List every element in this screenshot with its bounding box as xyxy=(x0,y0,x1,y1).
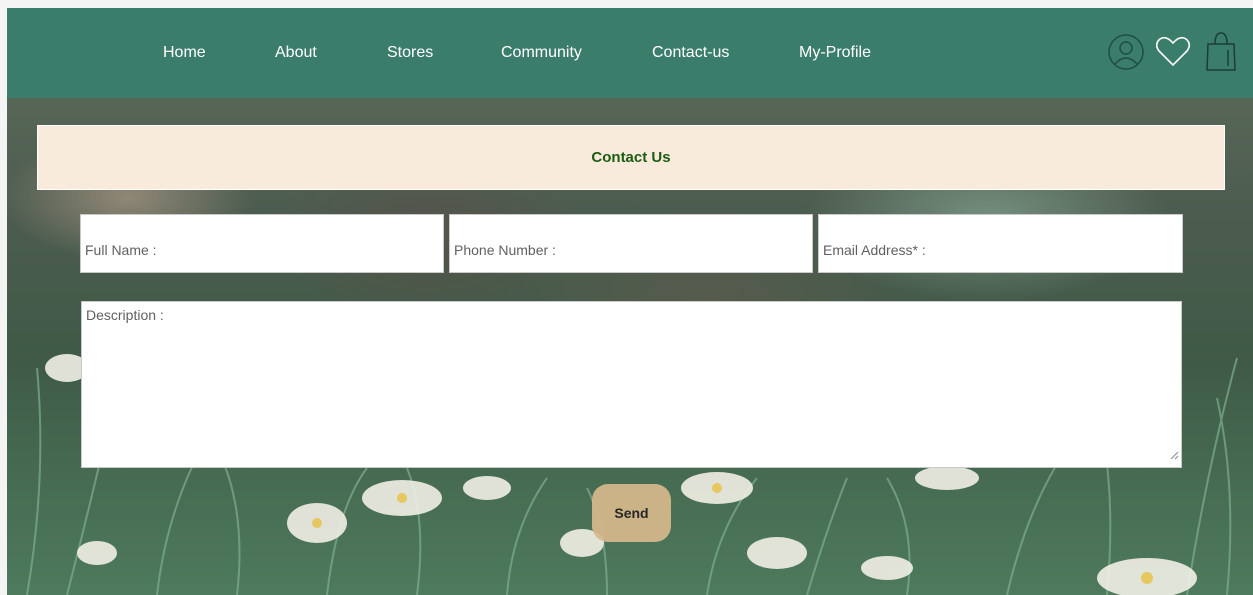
nav-my-profile[interactable]: My-Profile xyxy=(799,44,871,62)
nav-stores[interactable]: Stores xyxy=(387,44,433,62)
full-name-field[interactable]: Full Name : xyxy=(80,214,444,273)
nav-home[interactable]: Home xyxy=(163,44,206,62)
nav-about[interactable]: About xyxy=(275,44,317,62)
description-placeholder: Description : xyxy=(86,307,164,323)
description-textarea[interactable]: Description : xyxy=(81,301,1182,468)
shopping-bag-icon[interactable] xyxy=(1205,30,1237,77)
nav-community[interactable]: Community xyxy=(501,44,582,62)
resize-grip-icon[interactable] xyxy=(1169,447,1179,465)
nav-contact-us[interactable]: Contact-us xyxy=(652,44,729,62)
email-address-field[interactable]: Email Address* : xyxy=(818,214,1183,273)
page-frame: Home About Stores Community Contact-us M… xyxy=(7,8,1253,595)
send-button[interactable]: Send xyxy=(592,484,671,542)
user-icon[interactable] xyxy=(1107,33,1145,76)
full-name-placeholder: Full Name : xyxy=(85,242,157,258)
phone-number-placeholder: Phone Number : xyxy=(454,242,556,258)
email-address-placeholder: Email Address* : xyxy=(823,242,926,258)
top-navbar: Home About Stores Community Contact-us M… xyxy=(7,8,1253,98)
phone-number-field[interactable]: Phone Number : xyxy=(449,214,813,273)
heart-icon[interactable] xyxy=(1155,36,1191,73)
contact-header: Contact Us xyxy=(37,125,1225,190)
page-title: Contact Us xyxy=(591,149,671,166)
